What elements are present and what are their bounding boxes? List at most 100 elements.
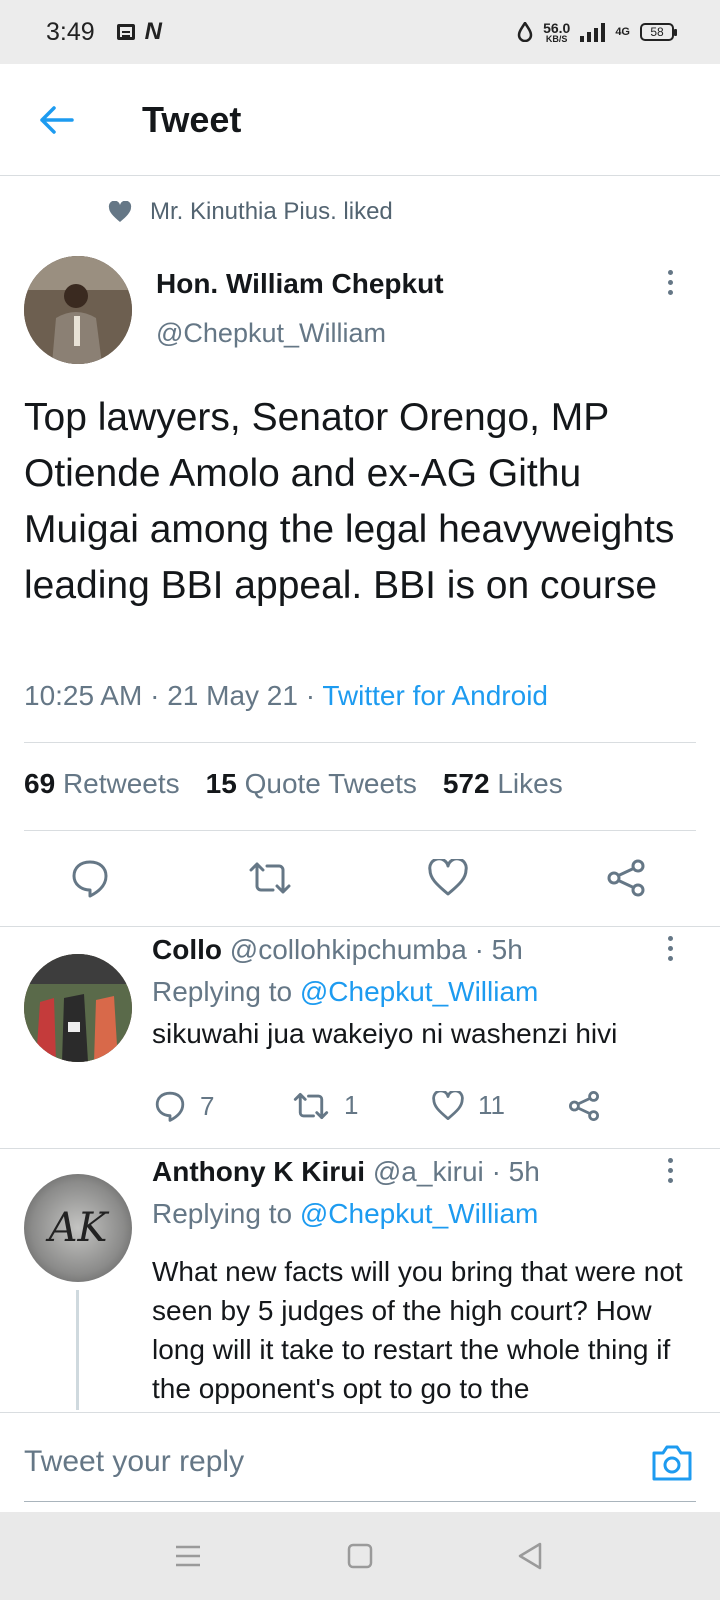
tweet-detail-screen: 3:49 N 56.0 KB/S 4G 58 Tweet Mr. Kinuthi…: [0, 0, 720, 1600]
author-handle[interactable]: @Chepkut_William: [156, 318, 386, 349]
more-dot-icon: [667, 269, 673, 275]
reply-actions: 7 1 11: [150, 1090, 630, 1130]
replying-to-mention[interactable]: @Chepkut_William: [300, 976, 539, 1007]
reply-retweet-button[interactable]: 1: [292, 1090, 358, 1121]
signal-icon: [580, 22, 606, 42]
reply-more-button[interactable]: [658, 928, 682, 968]
more-dot-icon: [667, 1177, 673, 1183]
reply-header: Collo @collohkipchumba · 5h: [152, 934, 523, 966]
reply-author-name[interactable]: Anthony K Kirui: [152, 1156, 365, 1187]
reply-retweet-count: 1: [344, 1090, 359, 1120]
reply-header: Anthony K Kirui @a_kirui · 5h: [152, 1156, 540, 1188]
input-underline: [24, 1501, 696, 1502]
reply-author-name[interactable]: Collo: [152, 934, 222, 965]
network-type: 4G: [615, 25, 630, 38]
arrow-left-icon: [40, 105, 74, 134]
tweet-actions: [0, 848, 720, 918]
reply-avatar[interactable]: AK: [24, 1174, 132, 1282]
author-name[interactable]: Hon. William Chepkut: [156, 268, 444, 300]
system-navigation-bar: [0, 1512, 720, 1600]
camera-button[interactable]: [650, 1443, 694, 1487]
quotes-stat[interactable]: 15 Quote Tweets: [206, 768, 417, 800]
divider: [24, 742, 696, 743]
likes-label: Likes: [497, 768, 563, 799]
social-context-text: Mr. Kinuthia Pius. liked: [150, 198, 393, 225]
reply-text: sikuwahi jua wakeiyo ni washenzi hivi: [152, 1018, 618, 1049]
data-saver-icon: [517, 22, 533, 42]
heart-icon: [428, 859, 468, 896]
heart-filled-icon: [108, 201, 132, 222]
like-button[interactable]: [418, 848, 478, 908]
network-speed: 56.0 KB/S: [543, 21, 570, 44]
share-icon: [607, 859, 645, 897]
reply-like-count: 11: [478, 1090, 505, 1120]
status-bar: 3:49 N 56.0 KB/S 4G 58: [0, 0, 720, 64]
home-button[interactable]: [340, 1536, 380, 1576]
reply-more-button[interactable]: [658, 1150, 682, 1190]
author-avatar[interactable]: [24, 256, 132, 364]
retweets-label: Retweets: [62, 768, 180, 799]
retweet-button[interactable]: [240, 848, 300, 908]
reply-input[interactable]: Tweet your reply: [24, 1437, 624, 1487]
speed-value: 56.0: [543, 19, 571, 36]
square-icon: [347, 1543, 373, 1569]
reply-author-handle[interactable]: @collohkipchumba: [230, 934, 467, 965]
more-dot-icon: [667, 289, 673, 295]
replying-to-mention[interactable]: @Chepkut_William: [300, 1198, 539, 1229]
comment-icon: [72, 860, 108, 898]
status-right: 56.0 KB/S 4G 58: [517, 21, 677, 44]
replying-to-prefix: Replying to: [152, 976, 293, 1007]
meta-separator: ·: [305, 680, 323, 711]
menu-icon: [176, 1545, 200, 1567]
tweet-source-link[interactable]: Twitter for Android: [322, 680, 548, 711]
avatar-image: [24, 954, 132, 1062]
reply-button[interactable]: [60, 848, 120, 908]
tweet-stats: 69 Retweets 15 Quote Tweets 572 Likes: [24, 768, 563, 800]
tweet-more-button[interactable]: [658, 262, 682, 302]
social-context[interactable]: Mr. Kinuthia Pius. liked: [108, 198, 393, 226]
more-dot-icon: [667, 1157, 673, 1163]
back-button[interactable]: [26, 90, 86, 150]
replying-to-prefix: Replying to: [152, 1198, 293, 1229]
battery-icon: 58: [640, 23, 677, 41]
heart-icon: [432, 1090, 464, 1120]
reply-share-button[interactable]: [568, 1090, 600, 1122]
meta-separator: ·: [474, 934, 492, 965]
reply-age: 5h: [508, 1156, 540, 1187]
tweet-meta: 10:25 AM · 21 May 21 · Twitter for Andro…: [24, 680, 548, 712]
reply-avatar[interactable]: [24, 954, 132, 1062]
divider: [0, 926, 720, 927]
divider: [0, 1148, 720, 1149]
avatar-image: [24, 256, 132, 364]
tweet-date: 21 May 21: [167, 680, 298, 711]
recents-button[interactable]: [168, 1536, 208, 1576]
back-nav-button[interactable]: [510, 1536, 550, 1576]
reply-like-button[interactable]: 11: [432, 1090, 505, 1121]
tweet-text: Top lawyers, Senator Orengo, MP Otiende …: [24, 396, 675, 607]
replying-to: Replying to @Chepkut_William: [152, 1198, 538, 1230]
comment-icon: [155, 1091, 185, 1122]
reply-text: What new facts will you bring that were …: [152, 1256, 683, 1404]
thread-line: [76, 1290, 79, 1410]
likes-count: 572: [442, 768, 490, 799]
likes-stat[interactable]: 572 Likes: [443, 768, 563, 800]
retweets-stat[interactable]: 69 Retweets: [24, 768, 180, 800]
quotes-count: 15: [205, 768, 237, 799]
reply-author-handle[interactable]: @a_kirui: [373, 1156, 484, 1187]
quotes-label: Quote Tweets: [244, 768, 417, 799]
status-time: 3:49: [46, 17, 95, 46]
meta-separator: ·: [150, 680, 168, 711]
more-dot-icon: [667, 935, 673, 941]
reply-reply-button[interactable]: 7: [154, 1090, 214, 1122]
divider: [24, 830, 696, 831]
reply-age: 5h: [491, 934, 523, 965]
avatar-initials: AK: [48, 1205, 108, 1251]
share-button[interactable]: [596, 848, 656, 908]
more-dot-icon: [667, 955, 673, 961]
replying-to: Replying to @Chepkut_William: [152, 976, 538, 1008]
retweet-icon: [249, 862, 291, 894]
speed-unit: KB/S: [545, 33, 568, 44]
share-icon: [569, 1091, 599, 1121]
reply-composer: Tweet your reply: [0, 1412, 720, 1512]
battery-level: 58: [650, 25, 664, 39]
